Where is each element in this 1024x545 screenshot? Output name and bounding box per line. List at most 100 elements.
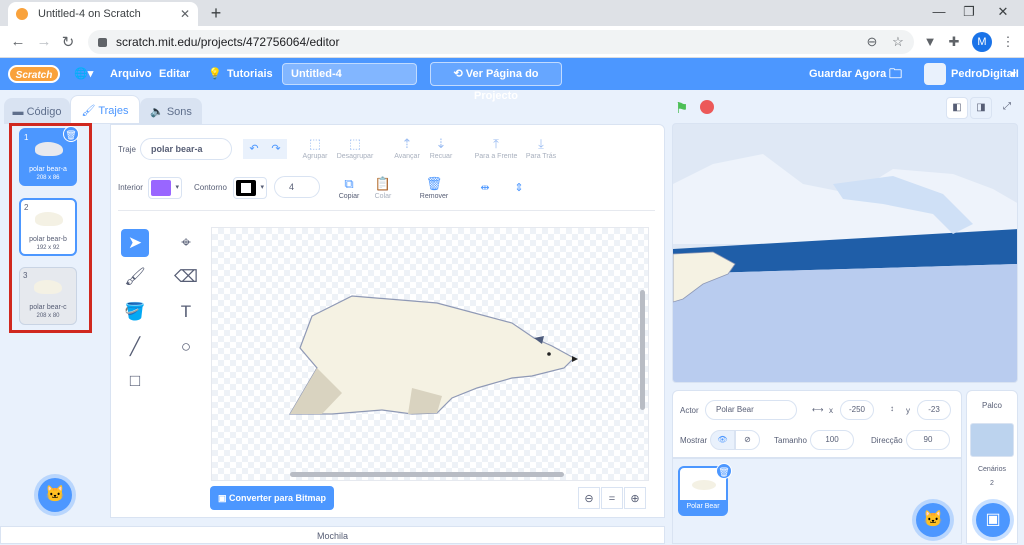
redo-icon[interactable]: ↷ xyxy=(265,139,287,159)
zoom-reset-icon[interactable]: = xyxy=(601,487,623,509)
backward-button[interactable]: ⇣ Recuar xyxy=(416,135,466,160)
code-icon: ▬ xyxy=(12,106,27,118)
stage[interactable] xyxy=(672,123,1018,383)
x-input[interactable]: -250 xyxy=(840,400,874,420)
reshape-tool-icon[interactable]: ⌖ xyxy=(172,229,200,257)
scratch-logo[interactable]: Scratch xyxy=(8,65,60,83)
green-flag-icon[interactable]: ⚑ xyxy=(675,99,688,117)
front-button[interactable]: ⤒ Para a Frente xyxy=(471,135,521,160)
fill-tool-icon[interactable]: 🪣 xyxy=(121,298,149,326)
tab-code[interactable]: ▬ Código xyxy=(4,98,70,124)
close-window-icon[interactable]: ✕ xyxy=(988,4,1018,20)
rectangle-tool-icon[interactable]: □ xyxy=(121,367,149,395)
extension-icon[interactable]: ▼ xyxy=(922,34,938,50)
scratch-favicon-icon xyxy=(16,8,28,20)
toolbar-divider xyxy=(118,210,655,211)
paste-button[interactable]: 📋 Colar xyxy=(358,175,408,200)
ungroup-label: Desagrupar xyxy=(336,153,374,160)
stop-icon[interactable] xyxy=(700,100,714,114)
user-avatar[interactable] xyxy=(924,63,946,85)
back-button[interactable]: ⤓ Para Trás xyxy=(516,135,566,160)
menu-tutorials[interactable]: Tutoriais xyxy=(227,58,273,90)
back-label: Para Trás xyxy=(525,153,557,160)
zoom-icon[interactable]: ⊖ xyxy=(864,34,880,50)
y-input[interactable]: -23 xyxy=(917,400,951,420)
add-sprite-button[interactable]: 🐱 xyxy=(916,503,950,537)
small-stage-icon[interactable]: ◧ xyxy=(946,97,968,119)
my-stuff-folder-icon[interactable]: 🗀 xyxy=(889,58,902,90)
sprite-name-input[interactable]: Polar Bear xyxy=(705,400,797,420)
circle-tool-icon[interactable]: ○ xyxy=(172,333,200,361)
zoom-in-icon[interactable]: ⊕ xyxy=(624,487,646,509)
y-arrows-icon: ↕ xyxy=(890,404,894,413)
normal-stage-icon[interactable]: ◨ xyxy=(970,97,992,119)
speaker-icon: 🔈 xyxy=(150,106,167,118)
profile-avatar[interactable]: M xyxy=(972,32,992,52)
chevron-down-icon: ▾ xyxy=(260,184,264,191)
outline-color-picker[interactable]: ▾ xyxy=(233,177,267,199)
browser-menu-icon[interactable]: ⋮ xyxy=(1000,34,1016,50)
browser-tab[interactable]: Untitled-4 on Scratch ✕ xyxy=(8,2,198,26)
hide-eye-slash-icon[interactable]: ⊘ xyxy=(735,430,760,450)
account-chevron-down-icon[interactable]: ▼ xyxy=(1009,58,1018,90)
add-costume-button[interactable]: 🐱 xyxy=(38,478,72,512)
add-backdrop-button[interactable]: ▣ xyxy=(976,503,1010,537)
costume-name-input[interactable]: polar bear-a xyxy=(140,138,232,160)
close-tab-icon[interactable]: ✕ xyxy=(180,7,190,21)
url-text: scratch.mit.edu/projects/472756064/edito… xyxy=(116,35,340,49)
backpack-bar[interactable]: Mochila xyxy=(0,526,665,544)
bookmark-star-icon[interactable]: ☆ xyxy=(890,34,906,50)
flip-vertical-icon[interactable]: ⇕ xyxy=(508,178,530,198)
puzzle-extensions-icon[interactable]: ✚ xyxy=(946,34,962,50)
show-visible-eye-icon[interactable]: 👁 xyxy=(710,430,735,450)
paint-canvas[interactable] xyxy=(211,227,649,481)
paste-label: Colar xyxy=(374,193,392,200)
size-input[interactable]: 100 xyxy=(810,430,854,450)
new-tab-icon[interactable]: + xyxy=(206,3,226,24)
forward-icon[interactable]: → xyxy=(34,33,54,50)
text-tool-icon[interactable]: T xyxy=(172,298,200,326)
fill-color-picker[interactable]: ▾ xyxy=(148,177,182,199)
vertical-scrollbar[interactable] xyxy=(640,290,645,410)
project-title-input[interactable]: Untitled-4 xyxy=(282,63,417,85)
flip-horizontal-icon[interactable]: ⇹ xyxy=(474,178,496,198)
ungroup-button[interactable]: ⬚ Desagrupar xyxy=(330,135,380,160)
brush-icon: 🖌 xyxy=(81,105,99,117)
outline-width-input[interactable]: 4 xyxy=(274,176,320,198)
tab-costumes[interactable]: 🖌 Trajes xyxy=(70,95,140,124)
backward-label: Recuar xyxy=(429,153,453,160)
backdrops-count: 2 xyxy=(990,480,994,487)
select-tool-icon[interactable]: ➤ xyxy=(121,229,149,257)
fullscreen-icon[interactable]: ⤢ xyxy=(996,97,1018,119)
line-tool-icon[interactable]: ╱ xyxy=(121,333,149,361)
menu-file[interactable]: Arquivo xyxy=(110,58,152,90)
eraser-tool-icon[interactable]: ⌫ xyxy=(172,263,200,291)
undo-icon[interactable]: ↶ xyxy=(243,139,265,159)
delete-button[interactable]: 🗑 Remover xyxy=(409,175,459,200)
see-project-page-button[interactable]: ⟲ Ver Página do Projecto xyxy=(430,62,562,102)
save-now-button[interactable]: Guardar Agora xyxy=(809,58,886,90)
tutorials-icon: 💡 xyxy=(208,68,222,80)
sprite-name: Polar Bear xyxy=(680,500,726,514)
menu-edit[interactable]: Editar xyxy=(159,58,190,90)
zoom-out-icon[interactable]: ⊖ xyxy=(578,487,600,509)
backward-layer-icon: ⇣ xyxy=(435,136,447,151)
convert-to-bitmap-button[interactable]: ▣ Converter para Bitmap xyxy=(210,486,334,510)
stage-thumbnail[interactable] xyxy=(970,423,1014,457)
delete-sprite-trash-icon[interactable]: 🗑 xyxy=(716,463,732,479)
tab-costumes-label: Trajes xyxy=(98,105,129,117)
url-field[interactable]: scratch.mit.edu/projects/472756064/edito… xyxy=(88,30,914,54)
reload-icon[interactable]: ↻ xyxy=(58,33,78,51)
refresh-icon: ⟲ xyxy=(453,68,466,80)
brush-tool-icon[interactable]: 🖌 xyxy=(121,263,149,291)
front-layer-icon: ⤒ xyxy=(493,136,499,151)
back-icon[interactable]: ← xyxy=(8,33,28,50)
stage-backdrop xyxy=(673,124,1017,382)
horizontal-scrollbar[interactable] xyxy=(290,472,564,477)
language-globe-icon[interactable]: 🌐▾ xyxy=(74,58,93,90)
tab-code-label: Código xyxy=(26,106,62,118)
minimize-icon[interactable]: — xyxy=(924,4,954,19)
tab-sounds[interactable]: 🔈 Sons xyxy=(140,98,202,124)
direction-input[interactable]: 90 xyxy=(906,430,950,450)
restore-icon[interactable]: ❐ xyxy=(954,4,984,20)
